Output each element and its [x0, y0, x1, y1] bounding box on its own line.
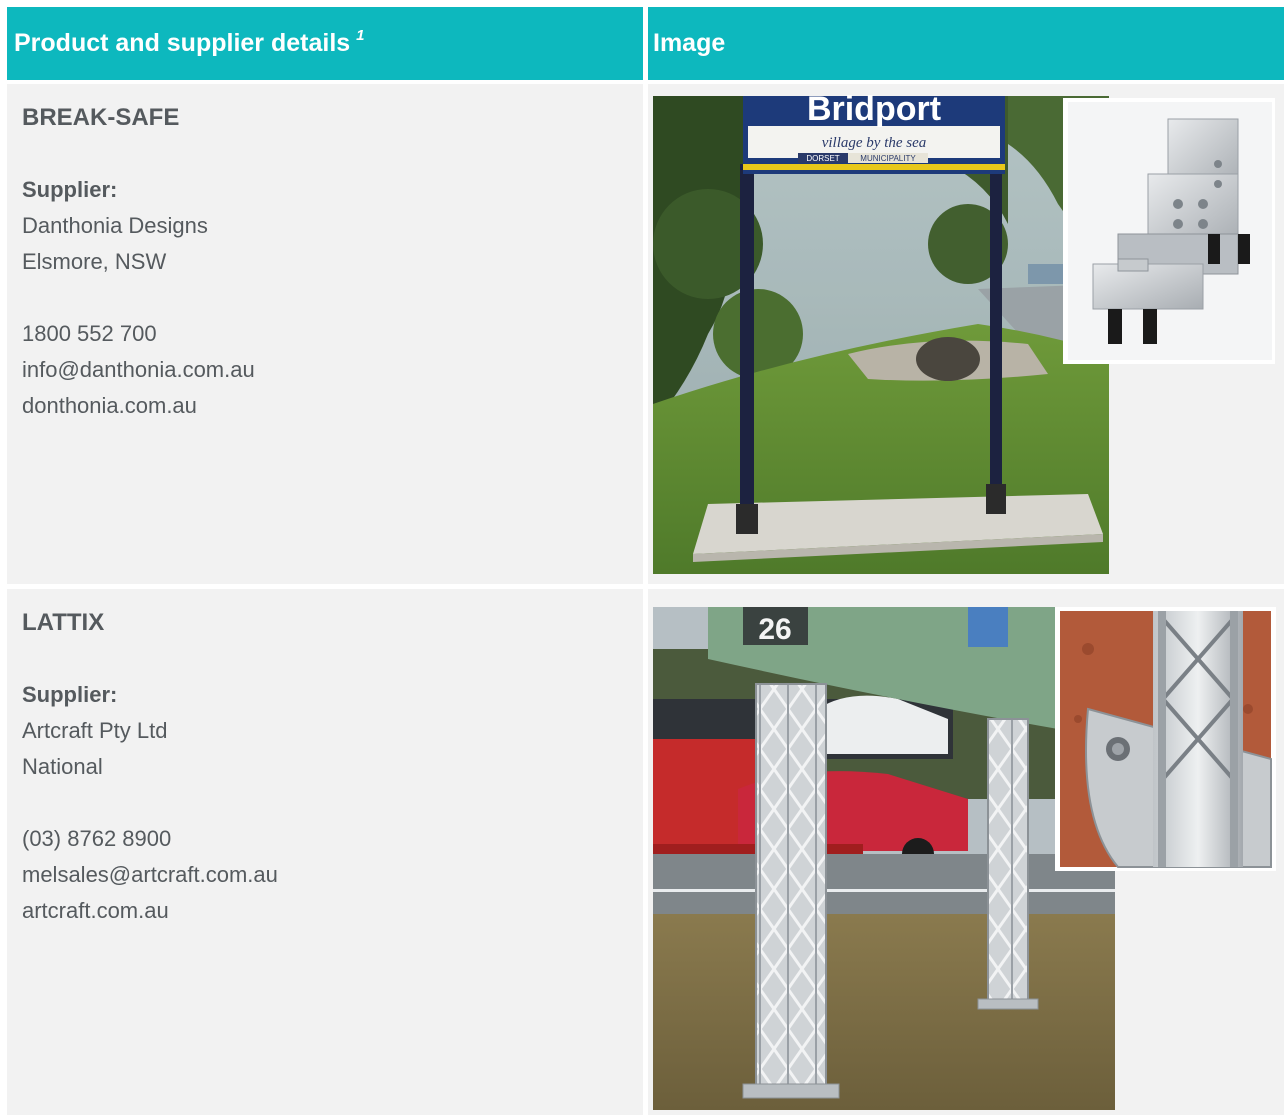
header-details-label: Product and supplier details [14, 29, 351, 57]
supplier-phone: (03) 8762 8900 [22, 826, 172, 851]
footnote-marker: 1 [356, 27, 365, 44]
lattix-post-right [987, 718, 1029, 1005]
table-row-image: 26 [648, 589, 1284, 1115]
supplier-location: National [22, 754, 103, 779]
table-row-details: BREAK-SAFE Supplier: Danthonia Designs E… [7, 84, 643, 584]
supplier-name: Artcraft Pty Ltd [22, 718, 168, 743]
supplier-phone: 1800 552 700 [22, 321, 157, 346]
lattix-photo: 26 [653, 607, 1276, 1110]
product-name: LATTIX [22, 609, 105, 636]
supplier-label: Supplier: [22, 177, 118, 202]
supplier-email: info@danthonia.com.au [22, 357, 255, 382]
lattix-post-left [755, 683, 827, 1090]
table-row-image: Bridport village by the sea DORSET MUNIC… [648, 84, 1284, 584]
header-product-details: Product and supplier details 1 [7, 7, 643, 80]
sign-title: Bridport [807, 90, 941, 128]
header-image-label: Image [653, 29, 726, 57]
header-image: Image [648, 7, 1284, 80]
break-safe-photo: Bridport village by the sea DORSET MUNIC… [653, 90, 1275, 574]
supplier-website: artcraft.com.au [22, 898, 169, 923]
sign-tag-2: MUNICIPALITY [860, 154, 916, 163]
supplier-name: Danthonia Designs [22, 213, 208, 238]
sign-tag-1: DORSET [806, 154, 839, 163]
supplier-email: melsales@artcraft.com.au [22, 862, 278, 887]
supplier-location: Elsmore, NSW [22, 249, 167, 274]
table-row-details: LATTIX Supplier: Artcraft Pty Ltd Nation… [7, 589, 643, 1115]
sign-subtitle: village by the sea [822, 135, 927, 151]
sign-number: 26 [758, 613, 791, 646]
supplier-website: donthonia.com.au [22, 393, 197, 418]
supplier-label: Supplier: [22, 682, 118, 707]
product-table: Product and supplier details 1 Image BRE… [7, 7, 1284, 1115]
product-name: BREAK-SAFE [22, 104, 180, 131]
